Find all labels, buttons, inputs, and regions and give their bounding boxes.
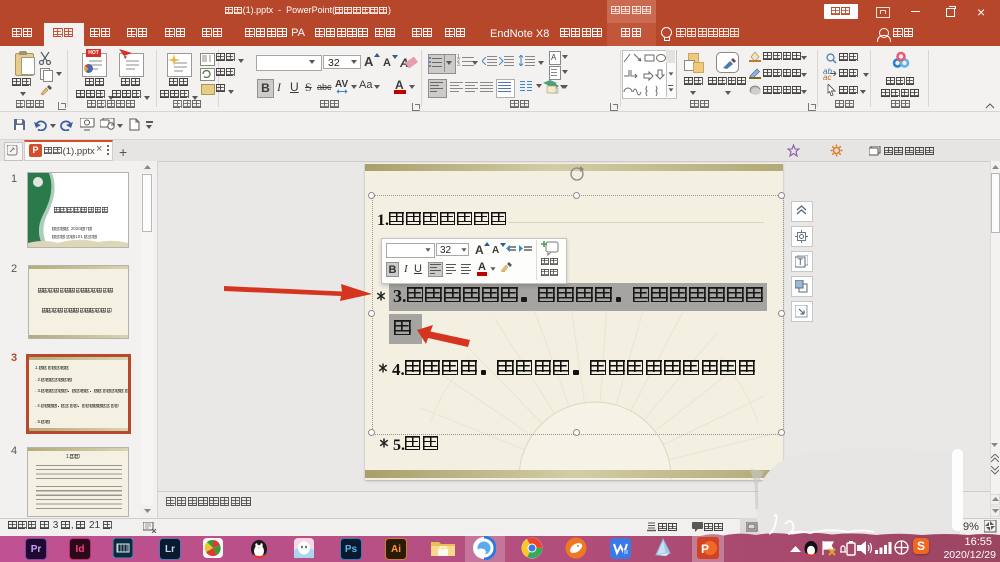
svg-text:T: T xyxy=(798,257,804,267)
svg-text:P: P xyxy=(701,542,709,556)
